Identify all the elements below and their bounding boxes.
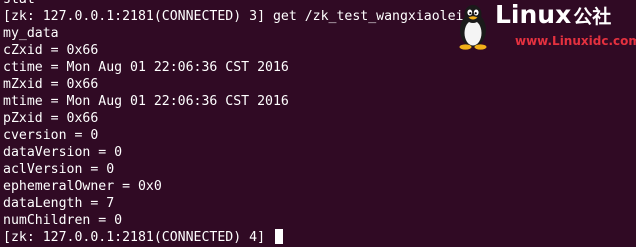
terminal-line: numChildren = 0 <box>3 213 123 228</box>
terminal-line: mtime = Mon Aug 01 22:06:36 CST 2016 <box>3 94 289 109</box>
terminal-line: pZxid = 0x66 <box>3 111 99 126</box>
terminal-line: ephemeralOwner = 0x0 <box>3 179 162 194</box>
tux-penguin-icon <box>459 5 487 50</box>
terminal-line: stat <box>3 0 464 8</box>
terminal-line: [zk: 127.0.0.1:2181(CONNECTED) 3] get /z… <box>3 9 464 24</box>
text-cursor <box>274 229 283 244</box>
terminal-line: cversion = 0 <box>3 128 99 143</box>
linuxidc-watermark: Linux 公社 www.Linuxidc.com <box>455 0 636 52</box>
terminal-window[interactable]: stat [zk: 127.0.0.1:2181(CONNECTED) 3] g… <box>0 0 636 247</box>
terminal-line: dataLength = 7 <box>3 196 115 211</box>
terminal-line: aclVersion = 0 <box>3 162 115 177</box>
terminal-prompt: [zk: 127.0.0.1:2181(CONNECTED) 4] <box>3 230 273 245</box>
watermark-suffix: 公社 <box>573 6 612 28</box>
terminal-line: mZxid = 0x66 <box>3 77 99 92</box>
watermark-url: www.Linuxidc.com <box>515 34 636 48</box>
terminal-prompt-line[interactable]: [zk: 127.0.0.1:2181(CONNECTED) 4] <box>3 229 464 246</box>
terminal-line: cZxid = 0x66 <box>3 43 99 58</box>
terminal-output: stat [zk: 127.0.0.1:2181(CONNECTED) 3] g… <box>3 0 464 246</box>
watermark-title: Linux 公社 <box>495 0 611 32</box>
terminal-line: my_data <box>3 26 59 41</box>
watermark-brand: Linux <box>495 0 572 29</box>
terminal-line: ctime = Mon Aug 01 22:06:36 CST 2016 <box>3 60 289 75</box>
terminal-line: dataVersion = 0 <box>3 145 123 160</box>
